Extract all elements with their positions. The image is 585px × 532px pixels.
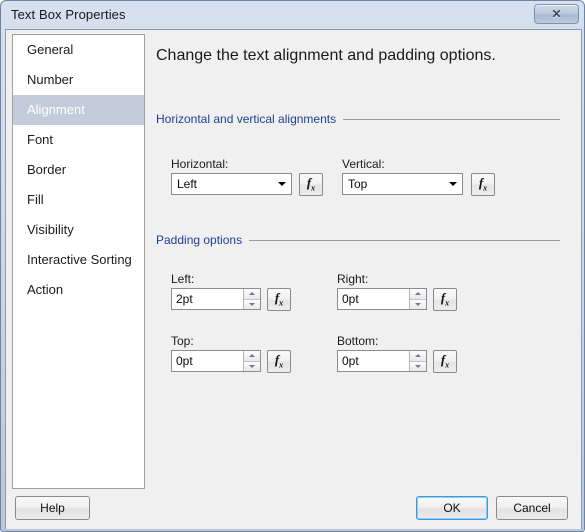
horizontal-expression-button[interactable]: fx: [299, 173, 323, 196]
window-title: Text Box Properties: [11, 7, 126, 22]
padding-left-value: 2pt: [176, 292, 193, 306]
fx-icon: fx: [274, 290, 284, 308]
chevron-down-icon: [273, 182, 291, 186]
section-label-alignments: Horizontal and vertical alignments: [156, 112, 337, 126]
horizontal-label: Horizontal:: [171, 157, 229, 171]
sidebar-item-visibility[interactable]: Visibility: [13, 215, 144, 245]
fx-icon: fx: [440, 352, 450, 370]
sidebar-item-alignment[interactable]: Alignment: [13, 95, 144, 125]
fx-icon: fx: [274, 352, 284, 370]
vertical-label: Vertical:: [342, 157, 385, 171]
stepper-up-icon[interactable]: [410, 351, 426, 362]
vertical-value: Top: [348, 177, 368, 191]
close-button[interactable]: ✕: [534, 4, 579, 24]
stepper-down-icon[interactable]: [410, 361, 426, 371]
padding-right-input[interactable]: 0pt: [337, 288, 427, 310]
sidebar-item-general[interactable]: General: [13, 35, 144, 65]
fx-icon: fx: [440, 290, 450, 308]
help-button[interactable]: Help: [15, 496, 90, 520]
stepper-up-icon[interactable]: [244, 351, 260, 362]
page-title: Change the text alignment and padding op…: [156, 47, 496, 64]
section-header-alignments: Horizontal and vertical alignments: [156, 112, 560, 126]
padding-top-stepper[interactable]: [243, 351, 260, 371]
sidebar-item-fill[interactable]: Fill: [13, 185, 144, 215]
sidebar-item-number[interactable]: Number: [13, 65, 144, 95]
sidebar-item-font[interactable]: Font: [13, 125, 144, 155]
cancel-button[interactable]: Cancel: [496, 496, 568, 520]
sidebar-item-border[interactable]: Border: [13, 155, 144, 185]
vertical-select[interactable]: Top: [342, 173, 463, 195]
padding-top-label: Top:: [171, 334, 194, 348]
stepper-down-icon[interactable]: [244, 299, 260, 309]
stepper-down-icon[interactable]: [410, 299, 426, 309]
ok-button[interactable]: OK: [416, 496, 488, 520]
chevron-down-icon: [444, 182, 462, 186]
stepper-up-icon[interactable]: [410, 289, 426, 300]
padding-top-value: 0pt: [176, 354, 193, 368]
padding-bottom-expression-button[interactable]: fx: [433, 350, 457, 373]
padding-top-input[interactable]: 0pt: [171, 350, 261, 372]
category-sidebar: General Number Alignment Font Border Fil…: [12, 34, 145, 489]
content-pane: Change the text alignment and padding op…: [153, 34, 568, 489]
section-header-padding: Padding options: [156, 233, 560, 247]
horizontal-select[interactable]: Left: [171, 173, 292, 195]
stepper-down-icon[interactable]: [244, 361, 260, 371]
padding-left-expression-button[interactable]: fx: [267, 288, 291, 311]
padding-left-input[interactable]: 2pt: [171, 288, 261, 310]
horizontal-value: Left: [177, 177, 198, 191]
title-bar: Text Box Properties ✕: [1, 1, 584, 29]
padding-bottom-value: 0pt: [342, 354, 359, 368]
close-icon: ✕: [551, 7, 562, 21]
padding-right-value: 0pt: [342, 292, 359, 306]
padding-left-label: Left:: [171, 272, 195, 286]
padding-bottom-input[interactable]: 0pt: [337, 350, 427, 372]
fx-icon: fx: [306, 175, 316, 193]
padding-right-label: Right:: [337, 272, 369, 286]
section-divider: [343, 118, 560, 120]
section-label-padding: Padding options: [156, 233, 243, 247]
padding-bottom-stepper[interactable]: [409, 351, 426, 371]
padding-bottom-label: Bottom:: [337, 334, 379, 348]
padding-left-stepper[interactable]: [243, 289, 260, 309]
padding-right-stepper[interactable]: [409, 289, 426, 309]
fx-icon: fx: [478, 175, 488, 193]
sidebar-item-interactive-sorting[interactable]: Interactive Sorting: [13, 245, 144, 275]
dialog-window: Text Box Properties ✕ General Number Ali…: [0, 0, 585, 532]
padding-right-expression-button[interactable]: fx: [433, 288, 457, 311]
section-divider: [249, 239, 560, 241]
sidebar-item-action[interactable]: Action: [13, 275, 144, 305]
padding-top-expression-button[interactable]: fx: [267, 350, 291, 373]
stepper-up-icon[interactable]: [244, 289, 260, 300]
vertical-expression-button[interactable]: fx: [471, 173, 495, 196]
